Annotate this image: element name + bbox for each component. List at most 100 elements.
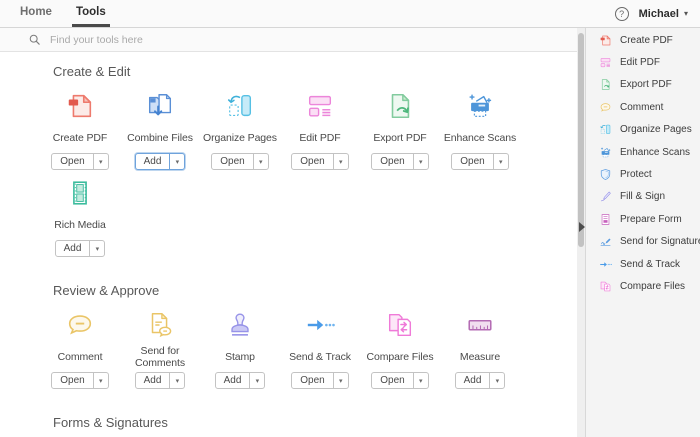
organize-pages-icon	[599, 123, 612, 136]
enhance-scans-icon	[465, 91, 495, 121]
tool-label: Create PDF	[53, 125, 107, 151]
sidebar-item-fill-sign[interactable]: Fill & Sign	[586, 186, 700, 208]
tool-tile-measure[interactable]: Measure Add ▾	[440, 310, 520, 389]
tool-tile-compare-files[interactable]: Compare Files Open ▾	[360, 310, 440, 389]
tool-tile-stamp[interactable]: Stamp Add ▾	[200, 310, 280, 389]
edit-pdf-icon	[305, 91, 335, 121]
export-pdf-open-button[interactable]: Open ▾	[371, 153, 428, 170]
section-title-create-edit: Create & Edit	[53, 64, 577, 79]
chevron-down-icon[interactable]: ▾	[413, 373, 428, 388]
acrobat-tools-page: Home Tools ? Michael ▾ Create & Edit Cre…	[0, 0, 700, 437]
section-title-forms-signatures: Forms & Signatures	[53, 415, 577, 430]
combine-files-add-button[interactable]: Add ▾	[135, 153, 186, 170]
chevron-down-icon[interactable]: ▾	[413, 154, 428, 169]
send-for-comments-add-button[interactable]: Add ▾	[135, 372, 186, 389]
export-pdf-icon	[599, 78, 612, 91]
tool-tile-send-track[interactable]: Send & Track Open ▾	[280, 310, 360, 389]
compare-files-open-button[interactable]: Open ▾	[371, 372, 428, 389]
comment-icon	[599, 101, 612, 114]
search-input[interactable]	[50, 34, 470, 46]
tool-label: Send for Comments	[120, 344, 200, 370]
send-track-open-button[interactable]: Open ▾	[291, 372, 348, 389]
sidebar-item-protect[interactable]: Protect	[586, 163, 700, 185]
tool-label: Measure	[460, 344, 500, 370]
sidebar-item-create-pdf[interactable]: Create PDF	[586, 29, 700, 51]
measure-icon	[465, 310, 495, 340]
prepare-form-icon	[599, 213, 612, 226]
tool-tile-enhance-scans[interactable]: Enhance Scans Open ▾	[440, 91, 520, 170]
comment-icon	[65, 310, 95, 340]
search-icon	[28, 33, 41, 46]
chevron-down-icon[interactable]: ▾	[169, 154, 184, 169]
tool-label: Compare Files	[367, 344, 434, 370]
organize-pages-open-button[interactable]: Open ▾	[211, 153, 268, 170]
sidebar-item-enhance-scans[interactable]: Enhance Scans	[586, 141, 700, 163]
chevron-down-icon[interactable]: ▾	[93, 154, 108, 169]
tool-row: Create PDF Open ▾ Combine Files Add ▾ Or…	[0, 91, 577, 170]
chevron-down-icon[interactable]: ▾	[169, 373, 184, 388]
tool-row: Rich Media Add ▾	[0, 178, 577, 257]
sidebar-item-send-for-signature[interactable]: Send for Signature	[586, 231, 700, 253]
chevron-down-icon[interactable]: ▾	[333, 154, 348, 169]
stamp-add-button[interactable]: Add ▾	[215, 372, 266, 389]
tool-label: Organize Pages	[203, 125, 277, 151]
edit-pdf-icon	[599, 56, 612, 69]
chevron-down-icon[interactable]: ▾	[253, 154, 268, 169]
tab-home[interactable]: Home	[16, 0, 56, 27]
tool-label: Send & Track	[289, 344, 351, 370]
tool-tile-combine-files[interactable]: Combine Files Add ▾	[120, 91, 200, 170]
chevron-down-icon[interactable]: ▾	[493, 154, 508, 169]
sidebar-item-comment[interactable]: Comment	[586, 96, 700, 118]
tab-tools[interactable]: Tools	[72, 0, 110, 27]
tool-label: Combine Files	[127, 125, 193, 151]
scrollbar-thumb[interactable]	[578, 33, 584, 247]
user-menu[interactable]: Michael ▾	[639, 8, 688, 20]
tools-content: Create & Edit Create PDF Open ▾ Combine …	[0, 52, 577, 437]
send-track-icon	[599, 258, 612, 271]
enhance-scans-icon	[599, 146, 612, 159]
help-icon[interactable]: ?	[615, 7, 629, 21]
tool-tile-edit-pdf[interactable]: Edit PDF Open ▾	[280, 91, 360, 170]
chevron-down-icon[interactable]: ▾	[489, 373, 504, 388]
tool-label: Comment	[58, 344, 103, 370]
sidebar-item-compare-files[interactable]: Compare Files	[586, 275, 700, 297]
chevron-down-icon[interactable]: ▾	[249, 373, 264, 388]
sidebar-collapse-handle-icon[interactable]	[579, 222, 585, 232]
rich-media-add-button[interactable]: Add ▾	[55, 240, 106, 257]
tools-sidebar: Create PDF Edit PDF Export PDF Comment O…	[585, 28, 700, 437]
topbar-right-group: ? Michael ▾	[615, 0, 700, 27]
tool-tile-create-pdf[interactable]: Create PDF Open ▾	[40, 91, 120, 170]
chevron-down-icon[interactable]: ▾	[89, 241, 104, 256]
sidebar-item-prepare-form[interactable]: Prepare Form	[586, 208, 700, 230]
sidebar-item-organize-pages[interactable]: Organize Pages	[586, 119, 700, 141]
fill-sign-icon	[599, 190, 612, 203]
tool-tile-export-pdf[interactable]: Export PDF Open ▾	[360, 91, 440, 170]
tool-label: Enhance Scans	[444, 125, 516, 151]
tool-label: Rich Media	[54, 212, 106, 238]
create-pdf-open-button[interactable]: Open ▾	[51, 153, 108, 170]
top-navigation-bar: Home Tools ? Michael ▾	[0, 0, 700, 28]
tool-tile-rich-media[interactable]: Rich Media Add ▾	[40, 178, 120, 257]
sidebar-item-edit-pdf[interactable]: Edit PDF	[586, 51, 700, 73]
enhance-scans-open-button[interactable]: Open ▾	[451, 153, 508, 170]
measure-add-button[interactable]: Add ▾	[455, 372, 506, 389]
send-for-signature-icon	[599, 235, 612, 248]
edit-pdf-open-button[interactable]: Open ▾	[291, 153, 348, 170]
chevron-down-icon[interactable]: ▾	[93, 373, 108, 388]
create-pdf-icon	[65, 91, 95, 121]
tool-tile-organize-pages[interactable]: Organize Pages Open ▾	[200, 91, 280, 170]
sidebar-item-export-pdf[interactable]: Export PDF	[586, 74, 700, 96]
comment-open-button[interactable]: Open ▾	[51, 372, 108, 389]
chevron-down-icon[interactable]: ▾	[333, 373, 348, 388]
combine-files-icon	[145, 91, 175, 121]
sidebar-item-send-track[interactable]: Send & Track	[586, 253, 700, 275]
create-pdf-icon	[599, 34, 612, 47]
tool-tile-comment[interactable]: Comment Open ▾	[40, 310, 120, 389]
section-title-review-approve: Review & Approve	[53, 283, 577, 298]
organize-pages-icon	[225, 91, 255, 121]
user-name: Michael	[639, 8, 679, 20]
tool-tile-send-for-comments[interactable]: Send for Comments Add ▾	[120, 310, 200, 389]
send-for-comments-icon	[145, 310, 175, 340]
chevron-down-icon: ▾	[684, 9, 688, 18]
tools-search-bar	[0, 28, 577, 52]
